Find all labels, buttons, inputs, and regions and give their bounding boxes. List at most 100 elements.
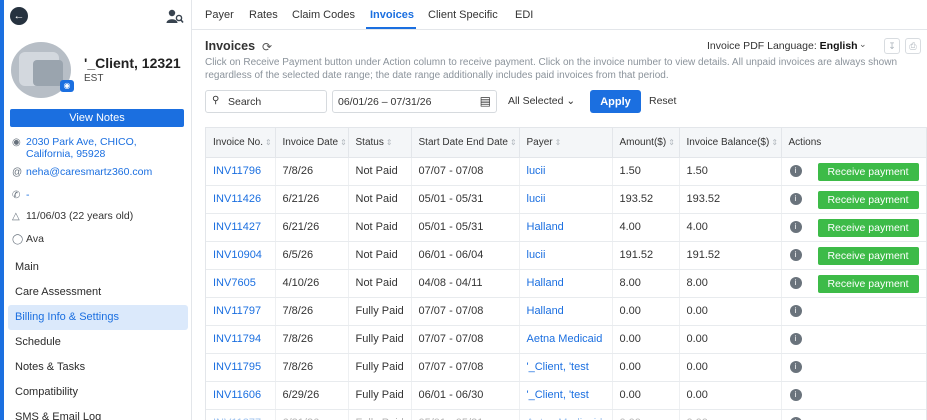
actions-cell: i: [781, 409, 926, 420]
column-header-actions: Actions: [781, 128, 926, 158]
actions-cell: i Receive payment: [781, 213, 926, 242]
payer-link[interactable]: lucii: [527, 165, 546, 177]
info-icon[interactable]: i: [789, 193, 802, 206]
payer-link[interactable]: lucii: [527, 249, 546, 261]
sidebar-item-compatibility[interactable]: Compatibility: [8, 380, 188, 405]
info-icon[interactable]: i: [789, 305, 802, 318]
invoice-number-link[interactable]: INV10904: [213, 249, 262, 261]
location-icon: ◉: [12, 137, 21, 148]
info-icon[interactable]: i: [789, 249, 802, 262]
camera-icon[interactable]: ◉: [60, 80, 74, 92]
invoice-number-link[interactable]: INV11796: [213, 165, 261, 177]
tab-rates[interactable]: Rates: [249, 9, 278, 21]
actions-cell: i Receive payment: [781, 157, 926, 186]
invoice-date-cell: 7/8/26: [275, 325, 349, 354]
download-icon[interactable]: ↧: [884, 38, 900, 54]
date-range-cell: 07/07 - 07/08: [411, 353, 520, 382]
search-input[interactable]: [228, 94, 324, 109]
tab-payer[interactable]: Payer: [205, 9, 234, 21]
invoice-number-link[interactable]: INV11427: [213, 221, 261, 233]
refresh-icon[interactable]: ⟳: [262, 40, 272, 54]
column-header-date-range[interactable]: Start Date End Date ⇕: [411, 128, 520, 158]
status-cell: Fully Paid: [348, 353, 412, 382]
column-header-status[interactable]: Status ⇕: [348, 128, 412, 158]
receive-payment-button[interactable]: Receive payment: [817, 218, 919, 237]
info-icon[interactable]: i: [789, 389, 802, 402]
column-header-balance[interactable]: Invoice Balance($) ⇕: [679, 128, 782, 158]
balance-cell: 0.00: [679, 325, 782, 354]
sidebar-item-sms-email-log[interactable]: SMS & Email Log: [8, 405, 188, 420]
invoice-number-link[interactable]: INV7605: [213, 277, 256, 289]
payer-link[interactable]: Halland: [527, 277, 564, 289]
invoice-number-link[interactable]: INV11797: [213, 305, 261, 317]
status-filter-select[interactable]: All Selected ⌄: [508, 95, 575, 107]
calendar-icon[interactable]: ▤: [480, 94, 491, 108]
balance-cell: 0.00: [679, 297, 782, 326]
payer-cell: Aetna Medicaid: [519, 409, 613, 420]
tab-edi[interactable]: EDI: [515, 9, 533, 21]
tab-invoices[interactable]: Invoices: [370, 9, 414, 21]
payer-link[interactable]: Aetna Medicaid: [527, 333, 603, 345]
invoice-number-link[interactable]: INV11795: [213, 361, 261, 373]
payer-link[interactable]: lucii: [527, 193, 546, 205]
table-row: INV11426 6/21/26 Not Paid 05/01 - 05/31 luci…: [206, 185, 926, 214]
column-header-invoice-date[interactable]: Invoice Date ⇕: [275, 128, 349, 158]
tab-claim-codes[interactable]: Claim Codes: [292, 9, 355, 21]
column-header-invoice-no[interactable]: Invoice No. ⇕: [206, 128, 276, 158]
phone-link[interactable]: -: [26, 189, 30, 201]
amount-cell: 0.00: [612, 409, 680, 420]
payer-link[interactable]: '_Client, 'test: [527, 389, 589, 401]
status-cell: Fully Paid: [348, 409, 412, 420]
actions-cell: i: [781, 353, 926, 382]
invoices-table-container[interactable]: Invoice No. ⇕ Invoice Date ⇕ Status ⇕ Start…: [205, 127, 927, 420]
invoice-number-link[interactable]: INV11606: [213, 389, 261, 401]
sidebar-item-billing-info[interactable]: Billing Info & Settings: [8, 305, 188, 330]
billing-tabs: Payer Rates Claim Codes Invoices Client …: [192, 0, 927, 30]
sidebar-item-notes-tasks[interactable]: Notes & Tasks: [8, 355, 188, 380]
payer-link[interactable]: '_Client, 'test: [527, 361, 589, 373]
info-icon[interactable]: i: [789, 361, 802, 374]
print-icon[interactable]: ⎙: [905, 38, 921, 54]
invoices-table-body: INV11796 7/8/26 Not Paid 07/07 - 07/08 lucii…: [206, 157, 926, 420]
receive-payment-button[interactable]: Receive payment: [817, 162, 919, 181]
search-field[interactable]: ⚲: [205, 90, 327, 113]
receive-payment-button[interactable]: Receive payment: [817, 190, 919, 209]
info-icon[interactable]: i: [789, 221, 802, 234]
info-icon[interactable]: i: [789, 277, 802, 290]
invoice-number-link[interactable]: INV11794: [213, 333, 261, 345]
reset-button[interactable]: Reset: [649, 95, 676, 107]
client-name: '_Client, 12321: [84, 55, 181, 71]
column-header-payer[interactable]: Payer ⇕: [519, 128, 613, 158]
balance-cell: 1.50: [679, 157, 782, 186]
tab-client-specific[interactable]: Client Specific: [428, 9, 498, 21]
view-notes-button[interactable]: View Notes: [10, 109, 184, 127]
date-range-picker[interactable]: 06/01/26 – 07/31/26 ▤: [332, 90, 497, 113]
table-row: INV11606 6/29/26 Fully Paid 06/01 - 06/30 '_…: [206, 381, 926, 410]
client-email: @ neha@caresmartz360.com: [12, 166, 152, 178]
payer-cell: Aetna Medicaid: [519, 325, 613, 354]
receive-payment-button[interactable]: Receive payment: [817, 246, 919, 265]
invoice-date-cell: 6/21/26: [275, 185, 349, 214]
actions-cell: i Receive payment: [781, 185, 926, 214]
payer-link[interactable]: Halland: [527, 305, 564, 317]
email-link[interactable]: neha@caresmartz360.com: [26, 166, 152, 178]
info-icon[interactable]: i: [789, 165, 802, 178]
status-cell: Not Paid: [348, 185, 412, 214]
info-icon[interactable]: i: [789, 333, 802, 346]
receive-payment-button[interactable]: Receive payment: [817, 274, 919, 293]
status-cell: Not Paid: [348, 241, 412, 270]
sidebar-item-main[interactable]: Main: [8, 255, 188, 280]
column-header-amount[interactable]: Amount($) ⇕: [612, 128, 680, 158]
pdf-language-selector[interactable]: Invoice PDF Language: English: [707, 40, 858, 52]
address-link[interactable]: 2030 Park Ave, CHICO, California, 95928: [26, 136, 137, 160]
back-icon[interactable]: ←: [10, 7, 28, 25]
invoice-number-link[interactable]: INV11426: [213, 193, 261, 205]
person-search-icon[interactable]: [166, 8, 184, 24]
invoice-date-cell: 6/29/26: [275, 381, 349, 410]
invoice-number-cell: INV11797: [206, 297, 276, 326]
apply-button[interactable]: Apply: [590, 90, 641, 113]
chevron-down-icon[interactable]: ⌄: [859, 39, 867, 50]
payer-link[interactable]: Halland: [527, 221, 564, 233]
sidebar-item-care-assessment[interactable]: Care Assessment: [8, 280, 188, 305]
sidebar-item-schedule[interactable]: Schedule: [8, 330, 188, 355]
